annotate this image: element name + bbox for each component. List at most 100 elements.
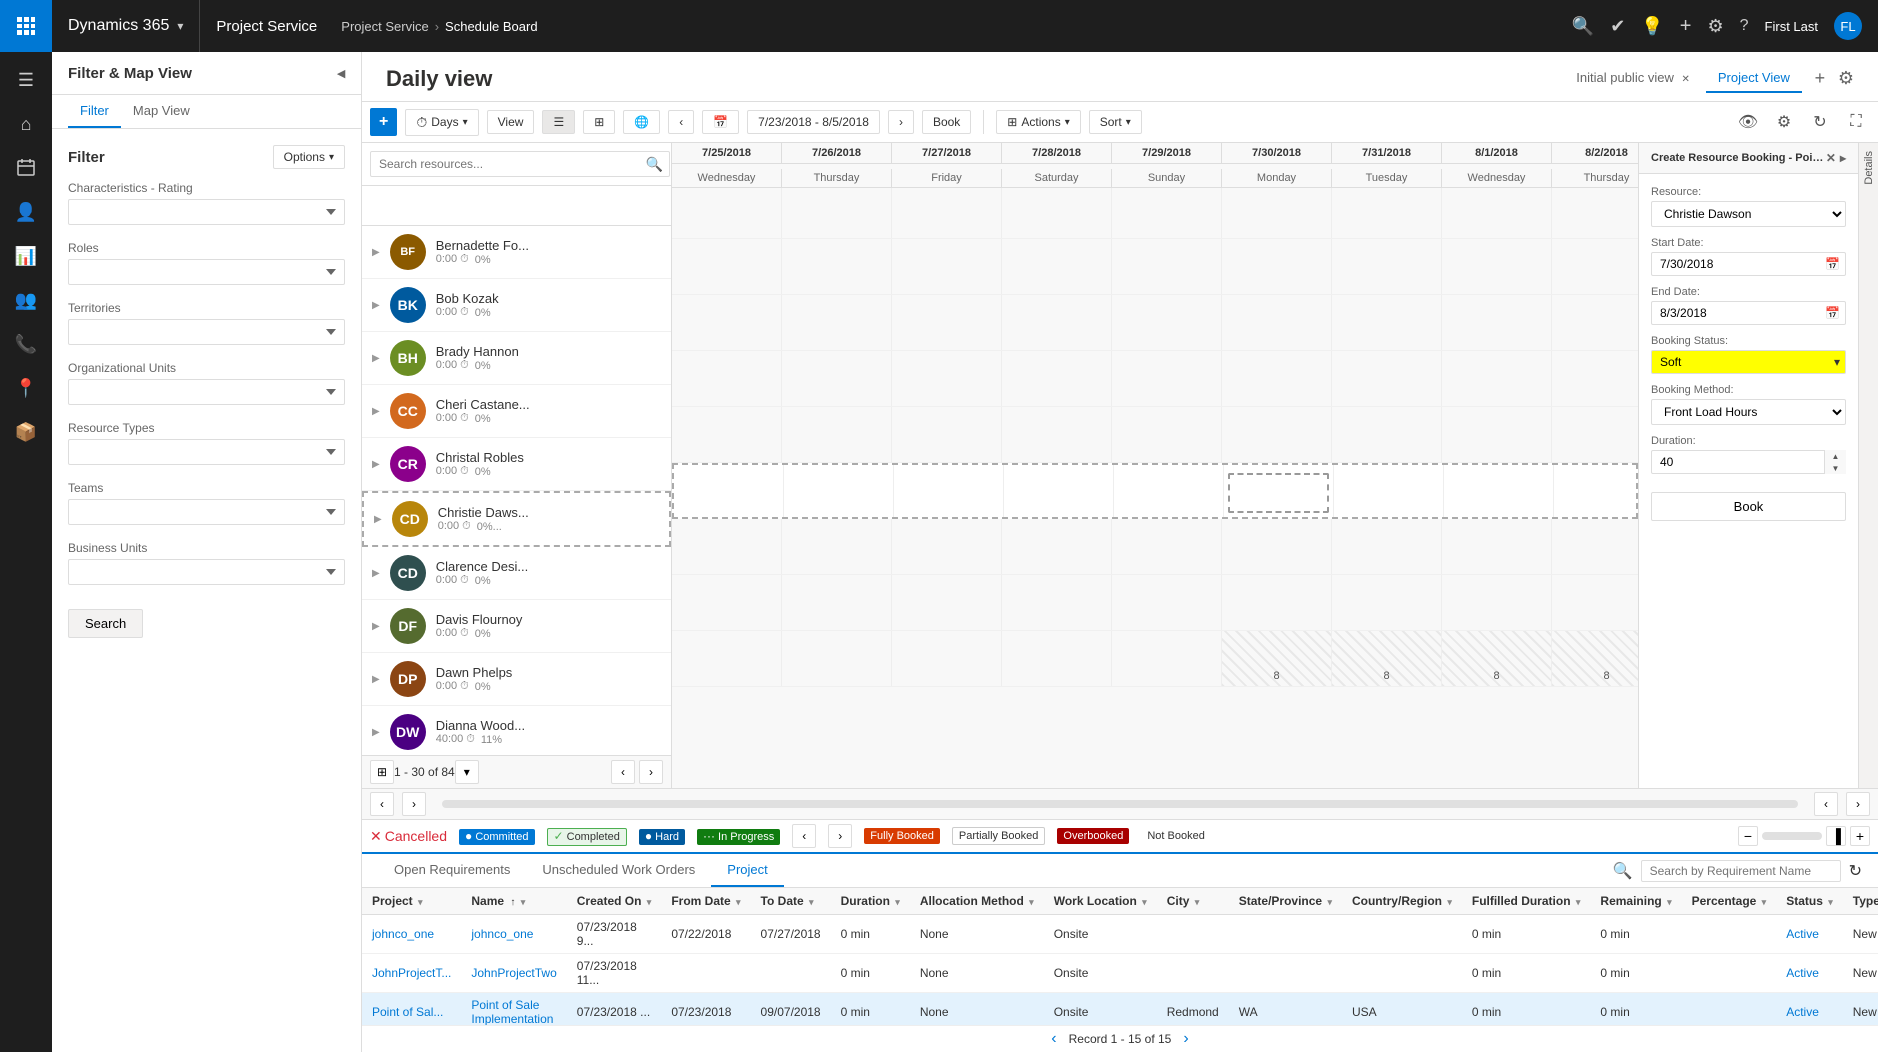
- booking-status-input[interactable]: [1651, 350, 1846, 374]
- days-button[interactable]: ⏱ Days ▾: [405, 109, 478, 136]
- user-name[interactable]: First Last: [1765, 19, 1818, 34]
- col-duration[interactable]: Duration ▾: [831, 888, 910, 915]
- prev-resource-btn[interactable]: ‹: [370, 792, 394, 816]
- next-page-btn[interactable]: ›: [639, 760, 663, 784]
- status-link[interactable]: Active: [1786, 966, 1819, 980]
- eye-icon-button[interactable]: 👁: [1734, 108, 1762, 136]
- col-status-filter-icon[interactable]: ▾: [1828, 897, 1833, 907]
- col-to-date[interactable]: To Date ▾: [751, 888, 831, 915]
- tab-project-view[interactable]: Project View: [1706, 64, 1802, 93]
- resource-item[interactable]: ▶ DP Dawn Phelps 0:00 ⏱ 0%: [362, 653, 671, 706]
- col-work-location[interactable]: Work Location ▾: [1044, 888, 1157, 915]
- requirement-search-input[interactable]: [1641, 860, 1841, 882]
- col-remaining-filter-icon[interactable]: ▾: [1667, 897, 1672, 907]
- filter-resource-types-select[interactable]: [68, 439, 345, 465]
- tab-unscheduled-work-orders[interactable]: Unscheduled Work Orders: [526, 854, 711, 887]
- expand-arrow-icon[interactable]: ▶: [372, 353, 380, 364]
- project-link[interactable]: johnco_one: [372, 927, 434, 941]
- filter-settings-button[interactable]: ⚙: [1770, 108, 1798, 136]
- circle-check-icon[interactable]: ✔: [1610, 16, 1625, 37]
- resource-item-selected[interactable]: ▶ CD Christie Daws... 0:00 ⏱ 0%...: [362, 491, 671, 547]
- col-pct-filter-icon[interactable]: ▾: [1762, 897, 1767, 907]
- refresh-requirements-icon[interactable]: ↻: [1849, 861, 1862, 881]
- booking-panel-expand-icon[interactable]: ▸: [1840, 151, 1846, 165]
- next-legend-btn[interactable]: ›: [828, 824, 852, 848]
- col-name-filter-icon[interactable]: ▾: [521, 897, 526, 907]
- status-link[interactable]: Active: [1786, 927, 1819, 941]
- project-link[interactable]: JohnProjectT...: [372, 966, 451, 980]
- col-state[interactable]: State/Province ▾: [1229, 888, 1342, 915]
- resource-item[interactable]: ▶ CR Christal Robles 0:00 ⏱ 0%: [362, 438, 671, 491]
- filter-characteristics-select[interactable]: [68, 199, 345, 225]
- book-submit-button[interactable]: Book: [1651, 492, 1846, 521]
- col-to-filter-icon[interactable]: ▾: [809, 897, 814, 907]
- col-project[interactable]: Project ▾: [362, 888, 461, 915]
- refresh-button[interactable]: ↻: [1806, 108, 1834, 136]
- timeline-scrollbar[interactable]: [442, 800, 1798, 808]
- view-button[interactable]: View: [487, 110, 535, 134]
- filter-org-units-select[interactable]: [68, 379, 345, 405]
- booking-resource-select[interactable]: Christie Dawson: [1651, 201, 1846, 227]
- col-alloc-method[interactable]: Allocation Method ▾: [910, 888, 1044, 915]
- calendar-button[interactable]: 📅: [702, 110, 739, 134]
- resource-search-icon[interactable]: 🔍: [646, 156, 663, 173]
- filter-panel-collapse[interactable]: ◂: [337, 64, 345, 82]
- expand-arrow-icon[interactable]: ▶: [372, 459, 380, 470]
- resource-item[interactable]: ▶ DF Davis Flournoy 0:00 ⏱ 0%: [362, 600, 671, 653]
- name-link[interactable]: JohnProjectTwo: [471, 966, 556, 980]
- prev-page-btn[interactable]: ‹: [611, 760, 635, 784]
- grid-view-button[interactable]: ⊞: [583, 110, 615, 134]
- resource-item[interactable]: ▶ BF Bernadette Fo... 0:00 ⏱ 0%: [362, 226, 671, 279]
- col-duration-filter-icon[interactable]: ▾: [895, 897, 900, 907]
- col-created-filter-icon[interactable]: ▾: [647, 897, 652, 907]
- waffle-button[interactable]: [0, 0, 52, 52]
- filter-territories-select[interactable]: [68, 319, 345, 345]
- tab-open-requirements[interactable]: Open Requirements: [378, 854, 526, 887]
- expand-arrow-icon[interactable]: ▶: [372, 247, 380, 258]
- add-view-tab[interactable]: +: [1806, 65, 1834, 93]
- user-avatar[interactable]: FL: [1834, 12, 1862, 40]
- view-settings-icon[interactable]: ⚙: [1838, 68, 1854, 89]
- app-chevron[interactable]: ▾: [177, 19, 183, 33]
- col-fulfilled[interactable]: Fulfilled Duration ▾: [1462, 888, 1591, 915]
- table-row[interactable]: JohnProjectT... JohnProjectTwo 07/23/201…: [362, 954, 1878, 993]
- booking-method-select[interactable]: Front Load Hours: [1651, 399, 1846, 425]
- status-link[interactable]: Active: [1786, 1005, 1819, 1019]
- table-row-selected[interactable]: Point of Sal... Point of Sale Implementa…: [362, 993, 1878, 1026]
- sidebar-location-icon[interactable]: 📍: [4, 368, 48, 408]
- help-icon[interactable]: ?: [1740, 17, 1749, 35]
- expand-arrow-icon[interactable]: ▶: [372, 674, 380, 685]
- col-status[interactable]: Status ▾: [1776, 888, 1843, 915]
- expand-arrow-icon[interactable]: ▶: [372, 621, 380, 632]
- col-alloc-filter-icon[interactable]: ▾: [1029, 897, 1034, 907]
- next-page-nav-btn[interactable]: ›: [1846, 792, 1870, 816]
- col-project-filter-icon[interactable]: ▾: [418, 897, 423, 907]
- calendar-end-icon[interactable]: 📅: [1825, 306, 1840, 320]
- breadcrumb-service[interactable]: Project Service: [341, 19, 428, 34]
- add-schedule-button[interactable]: +: [370, 108, 397, 136]
- table-row[interactable]: johnco_one johnco_one 07/23/2018 9... 07…: [362, 915, 1878, 954]
- prev-legend-btn[interactable]: ‹: [792, 824, 816, 848]
- sidebar-activities-icon[interactable]: [4, 148, 48, 188]
- resource-item[interactable]: ▶ BK Bob Kozak 0:00 ⏱ 0%: [362, 279, 671, 332]
- next-date-button[interactable]: ›: [888, 110, 914, 134]
- col-state-filter-icon[interactable]: ▾: [1327, 897, 1332, 907]
- sidebar-chart-icon[interactable]: 📊: [4, 236, 48, 276]
- expand-arrow-icon[interactable]: ▶: [372, 300, 380, 311]
- filter-roles-select[interactable]: [68, 259, 345, 285]
- booking-start-date-input[interactable]: [1651, 252, 1846, 276]
- col-country[interactable]: Country/Region ▾: [1342, 888, 1462, 915]
- resource-item[interactable]: ▶ CD Clarence Desi... 0:00 ⏱ 0%: [362, 547, 671, 600]
- expand-button[interactable]: ⛶: [1842, 108, 1870, 136]
- prev-date-button[interactable]: ‹: [668, 110, 694, 134]
- name-link[interactable]: Point of Sale Implementation: [471, 998, 553, 1025]
- filter-teams-select[interactable]: [68, 499, 345, 525]
- expand-arrow-icon[interactable]: ▶: [372, 568, 380, 579]
- prev-record-btn[interactable]: ‹: [1047, 1030, 1060, 1048]
- booking-panel-close-icon[interactable]: ✕: [1826, 151, 1836, 165]
- expand-all-button[interactable]: ⊞: [370, 760, 394, 784]
- col-name[interactable]: Name ↑ ▾: [461, 888, 566, 915]
- col-from-filter-icon[interactable]: ▾: [736, 897, 741, 907]
- resource-item[interactable]: ▶ BH Brady Hannon 0:00 ⏱ 0%: [362, 332, 671, 385]
- col-fulfilled-filter-icon[interactable]: ▾: [1576, 897, 1581, 907]
